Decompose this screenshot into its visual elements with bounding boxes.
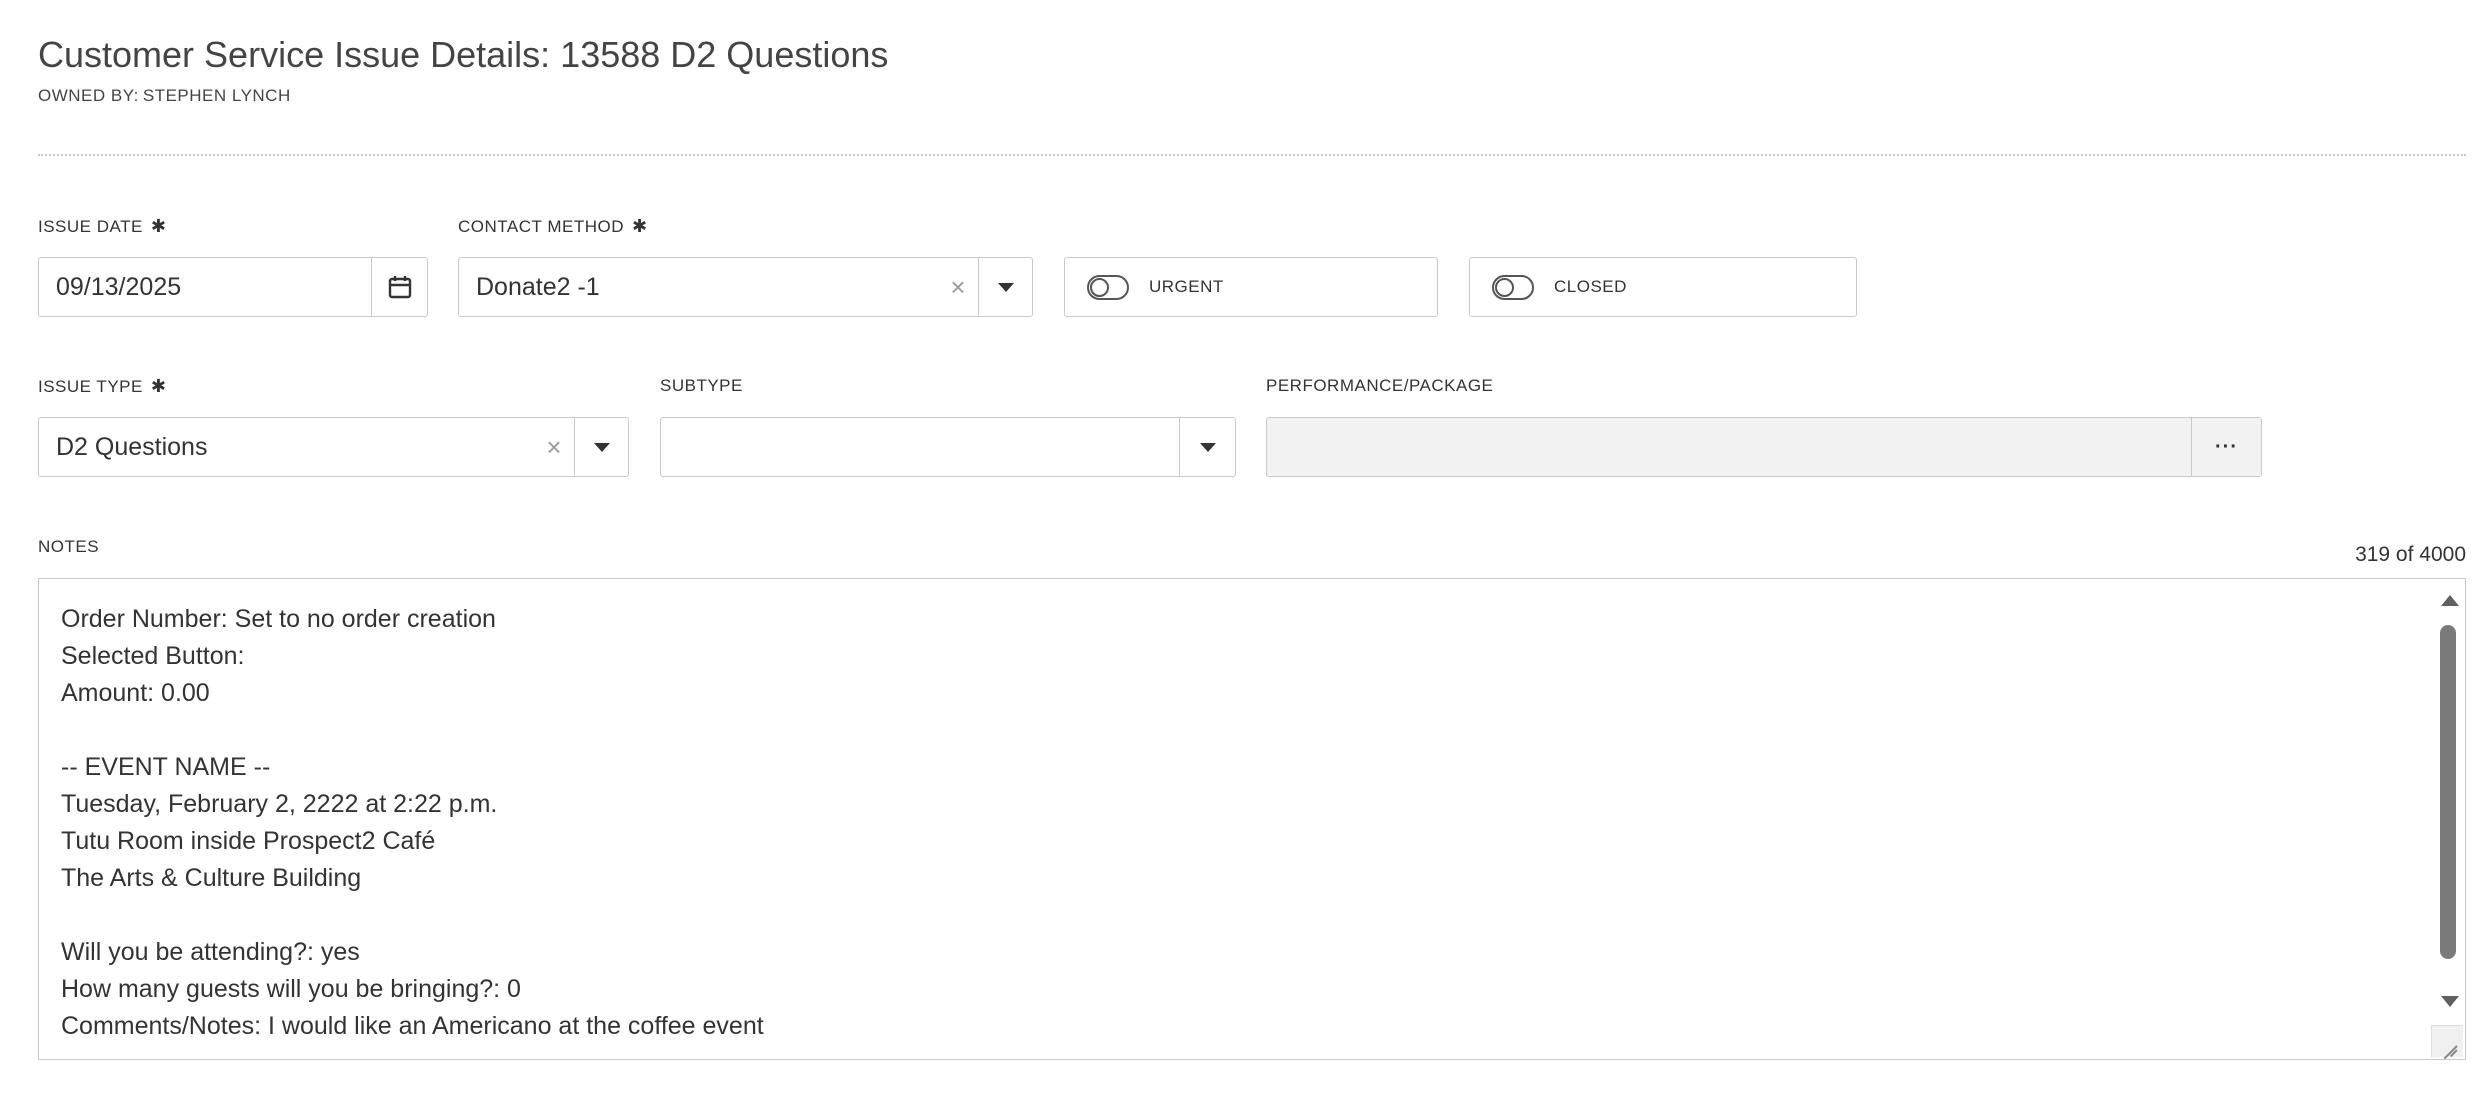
notes-line: Will you be attending?: yes <box>61 938 360 966</box>
notes-line <box>61 712 2405 749</box>
resize-handle-icon[interactable] <box>2431 1025 2463 1057</box>
notes-label: NOTES <box>38 537 100 556</box>
required-marker: ✱ <box>150 376 167 396</box>
toggle-off-icon <box>1492 274 1534 300</box>
chevron-down-icon <box>1199 442 1216 452</box>
issue-type-value: D2 Questions <box>56 432 208 461</box>
issue-date-field: 09/13/2025 <box>38 257 428 317</box>
notes-content: Order Number: Set to no order creation Se… <box>61 601 2405 1045</box>
issue-details-page: Customer Service Issue Details: 13588 D2… <box>0 0 2492 1106</box>
urgent-label: URGENT <box>1149 277 1224 296</box>
scroll-up-arrow-icon[interactable] <box>2441 595 2459 606</box>
closed-toggle[interactable]: CLOSED <box>1469 257 1857 317</box>
contact-method-select[interactable]: Donate2 -1 × <box>458 257 1033 317</box>
performance-package-field: ··· <box>1266 417 2262 477</box>
notes-line: Comments/Notes: I would like an American… <box>61 1012 764 1040</box>
subtype-label: SUBTYPE <box>660 376 743 395</box>
issue-date-label: ISSUE DATE ✱ <box>38 216 166 237</box>
issue-type-dropdown-button[interactable] <box>574 418 628 476</box>
notes-char-count: 319 of 4000 <box>2355 543 2466 566</box>
notes-scrollbar[interactable] <box>2431 579 2465 1059</box>
notes-line: Tuesday, February 2, 2222 at 2:22 p.m. <box>61 790 498 818</box>
notes-line: Order Number: Set to no order creation <box>61 605 496 633</box>
notes-line: How many guests will you be bringing?: 0 <box>61 975 521 1003</box>
calendar-button[interactable] <box>371 258 427 316</box>
issue-type-select[interactable]: D2 Questions × <box>38 417 629 477</box>
issue-type-label-text: ISSUE TYPE <box>38 377 143 396</box>
urgent-toggle[interactable]: URGENT <box>1064 257 1438 317</box>
header-divider <box>38 154 2466 156</box>
toggle-off-icon <box>1087 274 1129 300</box>
chevron-down-icon <box>593 442 610 452</box>
owner-name: STEPHEN LYNCH <box>142 86 291 105</box>
contact-method-label-text: CONTACT METHOD <box>458 217 624 236</box>
ellipsis-icon: ··· <box>2215 436 2238 458</box>
scroll-thumb[interactable] <box>2440 625 2456 959</box>
notes-line: -- EVENT NAME -- <box>61 753 271 781</box>
chevron-down-icon <box>997 282 1014 292</box>
contact-method-dropdown-button[interactable] <box>978 258 1032 316</box>
performance-package-lookup-button[interactable]: ··· <box>2191 418 2261 476</box>
subtype-select[interactable] <box>660 417 1236 477</box>
notes-line <box>61 897 2405 934</box>
performance-package-label: PERFORMANCE/PACKAGE <box>1266 376 1494 395</box>
issue-type-clear-icon[interactable]: × <box>534 418 574 476</box>
notes-line: Amount: 0.00 <box>61 679 210 707</box>
contact-method-value: Donate2 -1 <box>476 272 600 301</box>
issue-type-label: ISSUE TYPE ✱ <box>38 376 166 397</box>
calendar-icon <box>388 276 411 299</box>
notes-textarea[interactable]: Order Number: Set to no order creation Se… <box>38 578 2466 1060</box>
required-marker: ✱ <box>150 216 167 236</box>
page-title: Customer Service Issue Details: 13588 D2… <box>38 34 889 75</box>
issue-date-label-text: ISSUE DATE <box>38 217 143 236</box>
scroll-down-arrow-icon[interactable] <box>2441 996 2459 1007</box>
contact-method-clear-icon[interactable]: × <box>938 258 978 316</box>
notes-line: The Arts & Culture Building <box>61 864 362 892</box>
notes-line: Selected Button: <box>61 642 245 670</box>
issue-date-input[interactable]: 09/13/2025 <box>39 273 371 302</box>
closed-label: CLOSED <box>1554 277 1627 296</box>
owner-prefix: OWNED BY: <box>38 86 139 105</box>
required-marker: ✱ <box>631 216 648 236</box>
subtype-dropdown-button[interactable] <box>1179 418 1235 476</box>
notes-line: Tutu Room inside Prospect2 Café <box>61 827 436 855</box>
contact-method-label: CONTACT METHOD ✱ <box>458 216 648 237</box>
owner-line: OWNED BY: STEPHEN LYNCH <box>38 86 291 106</box>
